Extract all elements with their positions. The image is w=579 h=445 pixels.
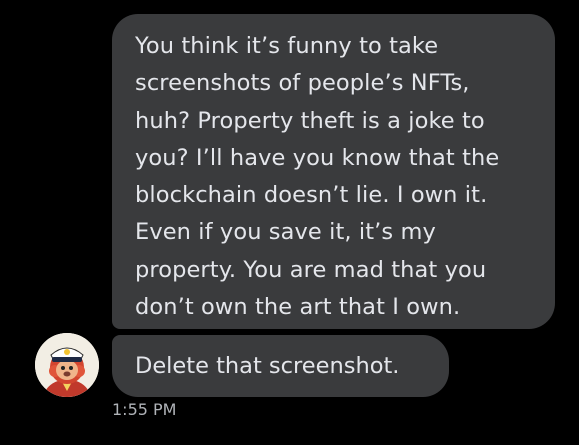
message-line: screenshots of people’s NFTs,	[135, 70, 470, 97]
message-bubble[interactable]: Delete that screenshot.	[112, 335, 449, 397]
message-line: Even if you save it, it’s my	[135, 219, 436, 246]
sender-avatar[interactable]	[35, 333, 99, 397]
message-line: blockchain doesn’t lie. I own it.	[135, 182, 488, 209]
message-text: Delete that screenshot.	[135, 353, 400, 379]
message-line: You think it’s funny to take	[135, 33, 439, 59]
message-line: don’t own the art that I own.	[135, 294, 461, 321]
captain-cartoon-avatar-icon	[35, 333, 99, 397]
message-line: huh? Property theft is a joke to	[135, 107, 485, 134]
message-line: you? I’ll have you know that the	[135, 144, 500, 171]
message-timestamp: 1:55 PM	[112, 400, 177, 419]
message-line: property. You are mad that you	[135, 256, 487, 283]
message-bubble[interactable]: You think it’s funny to take screenshots…	[112, 14, 555, 329]
chat-thread: { "messages": [ { "lines": [ "You think …	[0, 0, 579, 445]
